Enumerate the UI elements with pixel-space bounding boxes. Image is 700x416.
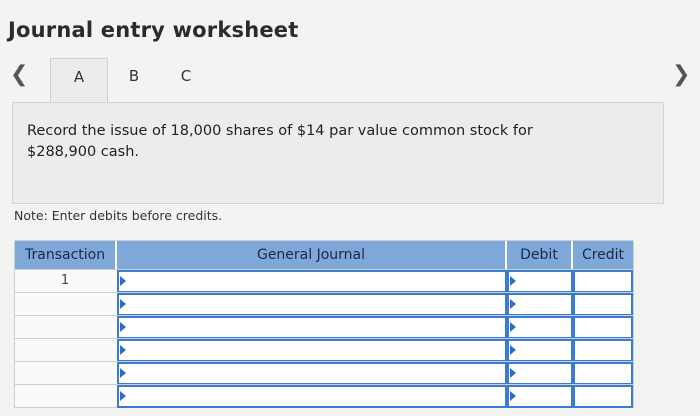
credit-input[interactable] [573,316,633,339]
header-debit: Debit [507,241,573,269]
table-row [15,338,633,362]
dropdown-arrow-icon[interactable] [120,276,126,286]
header-credit: Credit [573,241,633,269]
tab-a[interactable]: A [50,58,108,104]
general-journal-dropdown[interactable] [117,293,507,316]
debit-input[interactable] [507,270,573,293]
header-general-journal: General Journal [117,241,507,269]
tab-c[interactable]: C [158,58,214,102]
transaction-cell [15,385,115,408]
general-journal-dropdown[interactable] [117,362,507,385]
chevron-left-icon[interactable]: ❮ [10,64,28,86]
credit-input[interactable] [573,339,633,362]
dropdown-arrow-icon[interactable] [120,368,126,378]
credit-input[interactable] [573,293,633,316]
debit-input[interactable] [507,316,573,339]
dropdown-arrow-icon [510,391,516,401]
table-row [15,361,633,385]
dropdown-arrow-icon [510,322,516,332]
dropdown-arrow-icon[interactable] [120,299,126,309]
debit-input[interactable] [507,385,573,408]
general-journal-dropdown[interactable] [117,270,507,293]
transaction-cell: 1 [60,273,70,288]
prompt-panel: Record the issue of 18,000 shares of $14… [12,102,664,204]
debit-input[interactable] [507,293,573,316]
credit-input[interactable] [573,362,633,385]
header-transaction: Transaction [15,241,117,269]
transaction-cell [15,362,115,385]
table-row [15,315,633,339]
debit-input[interactable] [507,339,573,362]
general-journal-dropdown[interactable] [117,316,507,339]
chevron-right-icon[interactable]: ❯ [672,64,690,86]
dropdown-arrow-icon [510,345,516,355]
transaction-cell [15,293,115,316]
general-journal-dropdown[interactable] [117,339,507,362]
general-journal-dropdown[interactable] [117,385,507,408]
credit-input[interactable] [573,270,633,293]
page-title: Journal entry worksheet [8,18,299,42]
transaction-cell [15,316,115,339]
transaction-cell [15,339,115,362]
dropdown-arrow-icon [510,368,516,378]
dropdown-arrow-icon[interactable] [120,345,126,355]
note-text: Note: Enter debits before credits. [14,208,223,223]
debit-input[interactable] [507,362,573,385]
table-row [15,384,633,408]
table-row: 1 [15,269,633,293]
journal-table: Transaction General Journal Debit Credit… [14,240,634,408]
prompt-text: Record the issue of 18,000 shares of $14… [27,123,533,160]
table-row [15,292,633,316]
dropdown-arrow-icon [510,276,516,286]
credit-input[interactable] [573,385,633,408]
tab-b[interactable]: B [106,58,162,102]
dropdown-arrow-icon[interactable] [120,391,126,401]
dropdown-arrow-icon[interactable] [120,322,126,332]
dropdown-arrow-icon [510,299,516,309]
